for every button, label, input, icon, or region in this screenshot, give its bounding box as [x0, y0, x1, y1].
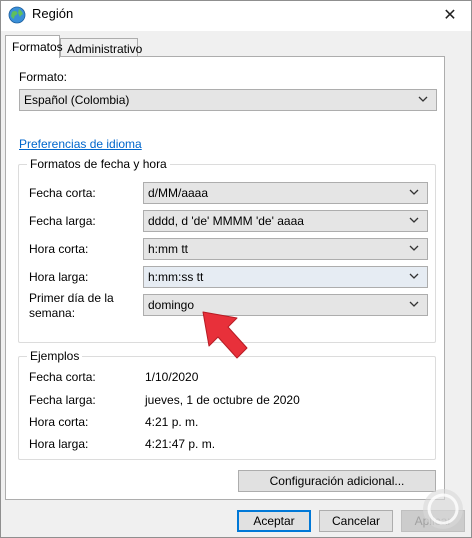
examples-group: Ejemplos Fecha corta: 1/10/2020 Fecha la…	[18, 349, 436, 460]
first-day-label-line1: Primer día de la	[29, 291, 114, 305]
example-short-time-label: Hora corta:	[29, 415, 89, 429]
long-time-select[interactable]: h:mm:ss tt	[143, 266, 428, 288]
red-arrow-pointer	[202, 311, 248, 359]
short-time-select[interactable]: h:mm tt	[143, 238, 428, 260]
long-time-value: h:mm:ss tt	[148, 270, 204, 284]
cancel-button[interactable]: Cancelar	[319, 510, 393, 532]
region-dialog: Región ✕ Formatos Administrativo Formato…	[0, 0, 472, 538]
format-select[interactable]: Español (Colombia)	[19, 89, 437, 111]
example-short-date-label: Fecha corta:	[29, 370, 96, 384]
example-long-date-value: jueves, 1 de octubre de 2020	[145, 393, 300, 407]
tab-formatos[interactable]: Formatos	[5, 35, 63, 58]
title-bar: Región ✕	[1, 1, 471, 31]
chevron-down-icon	[409, 217, 419, 223]
additional-settings-button[interactable]: Configuración adicional...	[238, 470, 436, 492]
example-long-date-label: Fecha larga:	[29, 393, 96, 407]
language-preferences-link[interactable]: Preferencias de idioma	[19, 137, 142, 151]
first-day-select[interactable]: domingo	[143, 294, 428, 316]
short-time-value: h:mm tt	[148, 242, 189, 256]
close-icon: ✕	[443, 7, 457, 24]
chevron-down-icon	[409, 189, 419, 195]
format-select-value: Español (Colombia)	[24, 93, 130, 107]
chevron-down-icon	[409, 301, 419, 307]
example-short-date-value: 1/10/2020	[145, 370, 199, 384]
chevron-down-icon	[409, 273, 419, 279]
date-time-group-title: Formatos de fecha y hora	[27, 157, 170, 171]
watermark-logo	[423, 489, 463, 529]
tab-administrativo[interactable]: Administrativo	[60, 38, 142, 58]
example-long-time-label: Hora larga:	[29, 437, 89, 451]
first-day-value: domingo	[148, 298, 195, 312]
chevron-down-icon	[418, 96, 428, 102]
accept-button[interactable]: Aceptar	[237, 510, 311, 532]
formats-panel: Formato: Español (Colombia) Preferencias…	[5, 56, 445, 500]
long-time-label: Hora larga:	[29, 270, 89, 284]
long-date-value: dddd, d 'de' MMMM 'de' aaaa	[148, 214, 304, 228]
short-time-label: Hora corta:	[29, 242, 89, 256]
short-date-select[interactable]: d/MM/aaaa	[143, 182, 428, 204]
short-date-value: d/MM/aaaa	[148, 186, 209, 200]
short-date-label: Fecha corta:	[29, 186, 96, 200]
first-day-label-line2: semana:	[29, 306, 76, 320]
window-title: Región	[32, 6, 74, 21]
chevron-down-icon	[409, 245, 419, 251]
format-label: Formato:	[19, 70, 68, 84]
long-date-label: Fecha larga:	[29, 214, 96, 228]
example-long-time-value: 4:21:47 p. m.	[145, 437, 216, 451]
globe-icon	[8, 6, 26, 24]
example-short-time-value: 4:21 p. m.	[145, 415, 199, 429]
long-date-select[interactable]: dddd, d 'de' MMMM 'de' aaaa	[143, 210, 428, 232]
close-button[interactable]: ✕	[435, 3, 465, 27]
examples-group-title: Ejemplos	[27, 349, 83, 363]
